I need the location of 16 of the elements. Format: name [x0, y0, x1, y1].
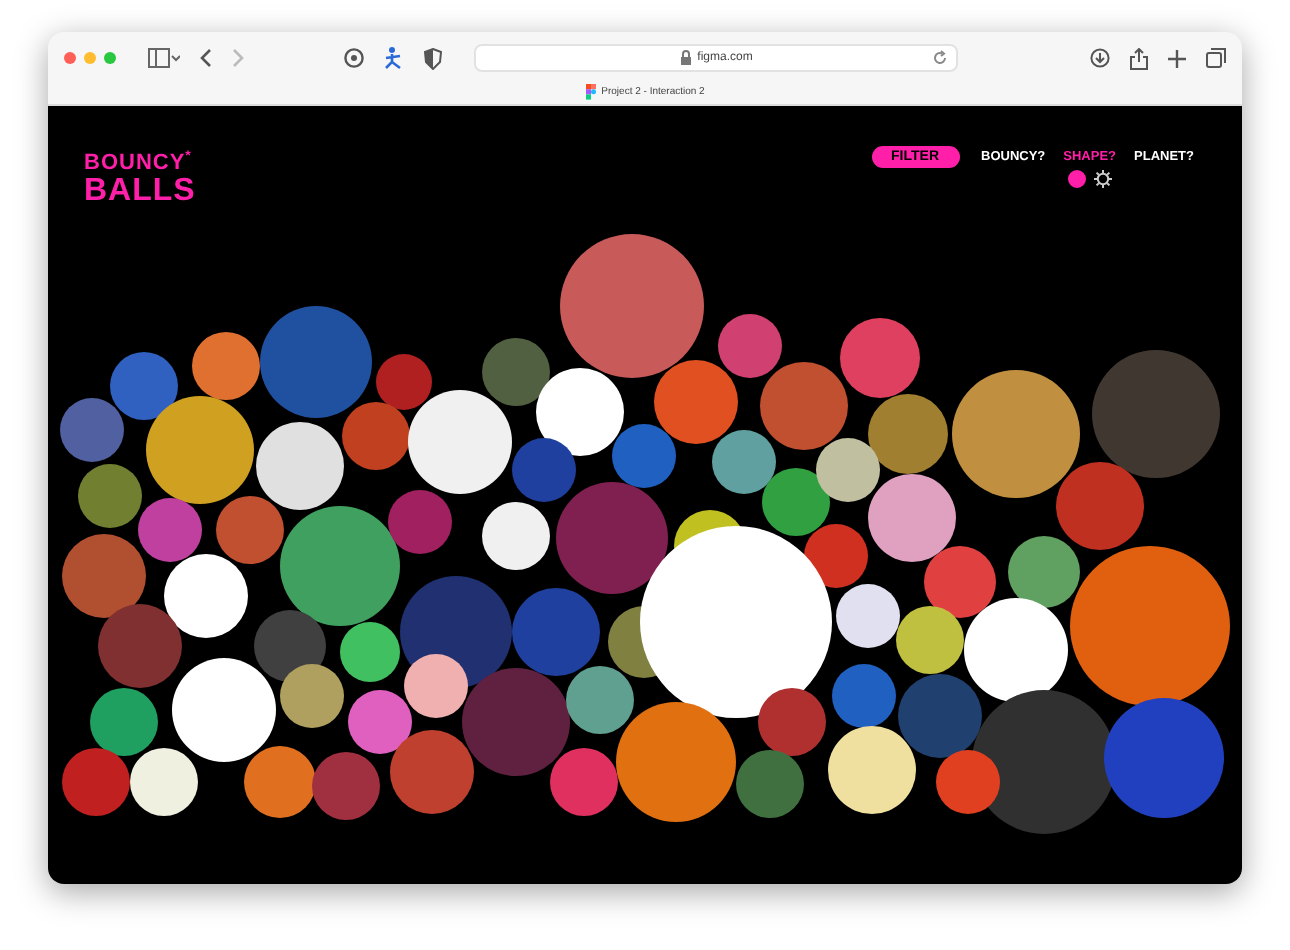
close-button[interactable] — [64, 52, 76, 64]
tabs-icon[interactable] — [1206, 48, 1226, 68]
spiky-shape-icon[interactable] — [1093, 170, 1112, 188]
round-shape-icon[interactable] — [1067, 170, 1086, 188]
figma-logo-icon — [585, 84, 596, 100]
plus-icon[interactable] — [1168, 49, 1186, 67]
reload-icon[interactable] — [932, 50, 948, 66]
lock-icon — [679, 50, 692, 66]
logo: BOUNCY$^{*}$ BALLS — [84, 150, 196, 210]
extension-icon[interactable] — [344, 48, 364, 68]
shield-icon[interactable] — [424, 47, 442, 69]
sidebar-icon[interactable] — [148, 48, 180, 68]
download-icon[interactable] — [1090, 48, 1110, 68]
figure-icon[interactable] — [384, 46, 404, 70]
share-icon[interactable] — [1130, 47, 1148, 69]
back-icon[interactable] — [200, 48, 212, 68]
